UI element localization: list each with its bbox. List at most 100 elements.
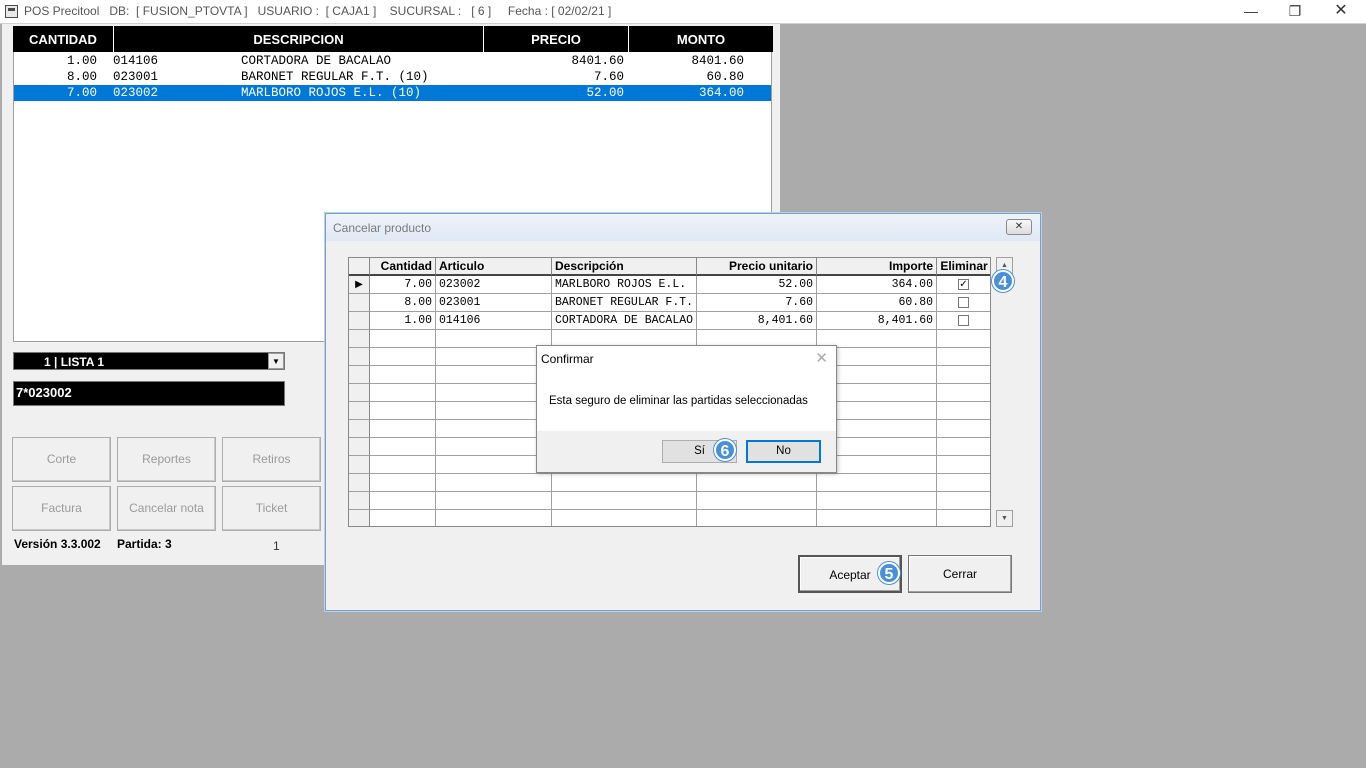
empty-cell[interactable] [937,420,990,438]
empty-cell[interactable] [370,420,436,438]
empty-cell[interactable] [436,438,552,456]
cell-precio: 8401.60 [571,54,624,68]
empty-cell[interactable] [937,438,990,456]
row-header[interactable] [349,330,370,348]
empty-cell[interactable] [937,402,990,420]
cell-importe[interactable]: 60.80 [817,294,937,312]
cell-articulo[interactable]: 023002 [436,276,552,294]
close-icon[interactable]: ✕ [1006,219,1032,235]
eliminar-checkbox[interactable] [958,315,969,326]
row-header[interactable] [349,474,370,492]
empty-cell[interactable] [937,456,990,474]
chevron-down-icon[interactable]: ▼ [268,353,284,369]
row-header[interactable] [349,420,370,438]
row-header[interactable] [349,312,370,330]
row-header[interactable] [349,456,370,474]
factura-button[interactable]: Factura [12,486,111,531]
empty-cell[interactable] [370,384,436,402]
row-header[interactable] [349,348,370,366]
eliminar-checkbox[interactable] [958,297,969,308]
empty-cell[interactable] [370,402,436,420]
reportes-button[interactable]: Reportes [117,437,216,482]
restore-icon[interactable]: ❐ [1272,0,1318,24]
table-row[interactable]: 8.00 023001 BARONET REGULAR F.T. (10) 7.… [14,69,771,85]
empty-cell[interactable] [697,492,817,510]
empty-cell[interactable] [370,492,436,510]
cell-articulo[interactable]: 023001 [436,294,552,312]
row-header[interactable] [349,366,370,384]
cell-descripcion[interactable]: MARLBORO ROJOS E.L. [552,276,697,294]
vertical-scrollbar[interactable]: ▲ ▼ [996,257,1013,527]
empty-cell[interactable] [937,384,990,402]
no-button[interactable]: No [746,440,821,463]
empty-cell[interactable] [697,510,817,526]
close-icon[interactable]: ✕ [815,349,828,367]
empty-cell[interactable] [937,366,990,384]
empty-cell[interactable] [370,456,436,474]
current-row-arrow-icon: ▶ [349,276,370,294]
empty-cell[interactable] [436,402,552,420]
empty-cell[interactable] [370,366,436,384]
cell-descripcion[interactable]: CORTADORA DE BACALAO [552,312,697,330]
row-header[interactable] [349,294,370,312]
empty-cell[interactable] [436,420,552,438]
row-header[interactable] [349,402,370,420]
cancelar-nota-button[interactable]: Cancelar nota [117,486,216,531]
empty-cell[interactable] [436,348,552,366]
row-header[interactable] [349,492,370,510]
corte-button[interactable]: Corte [12,437,111,482]
col-cantidad: Cantidad [370,258,436,276]
cell-cantidad[interactable]: 8.00 [370,294,436,312]
cell-articulo: 023001 [113,70,159,84]
row-header[interactable] [349,510,370,526]
empty-cell[interactable] [817,492,937,510]
empty-cell[interactable] [937,474,990,492]
empty-cell[interactable] [817,510,937,526]
empty-cell[interactable] [436,330,552,348]
empty-cell[interactable] [436,456,552,474]
cell-precio[interactable]: 7.60 [697,294,817,312]
table-row[interactable]: 1.00 014106 CORTADORA DE BACALAO 8401.60… [14,53,771,69]
empty-cell[interactable] [552,510,697,526]
cell-descripcion[interactable]: BARONET REGULAR F.T. [552,294,697,312]
row-header[interactable] [349,384,370,402]
cell-precio[interactable]: 8,401.60 [697,312,817,330]
table-row-selected[interactable]: 7.00 023002 MARLBORO ROJOS E.L. (10) 52.… [14,85,771,101]
empty-cell[interactable] [370,348,436,366]
cell-cantidad[interactable]: 1.00 [370,312,436,330]
empty-cell[interactable] [370,474,436,492]
retiros-button[interactable]: Retiros [222,437,321,482]
empty-cell[interactable] [817,474,937,492]
empty-cell[interactable] [436,474,552,492]
empty-cell[interactable] [436,366,552,384]
title-bar: POS Precitool DB: [ FUSION_PTOVTA ] USUA… [0,0,1366,24]
empty-cell[interactable] [937,348,990,366]
empty-cell[interactable] [937,510,990,526]
empty-cell[interactable] [552,492,697,510]
price-list-dropdown[interactable]: 1 | LISTA 1 ▼ [13,352,285,370]
empty-cell[interactable] [697,474,817,492]
ticket-button[interactable]: Ticket [222,486,321,531]
cell-articulo[interactable]: 014106 [436,312,552,330]
minimize-icon[interactable]: — [1228,0,1274,24]
product-code-input[interactable]: 7*023002 [13,381,285,406]
confirm-title: Confirmar [541,352,594,366]
empty-cell[interactable] [370,510,436,526]
close-icon[interactable]: ✕ [1318,0,1364,24]
empty-cell[interactable] [436,384,552,402]
cell-importe[interactable]: 364.00 [817,276,937,294]
cell-cantidad[interactable]: 7.00 [370,276,436,294]
empty-cell[interactable] [370,330,436,348]
empty-cell[interactable] [937,492,990,510]
row-header[interactable] [349,438,370,456]
empty-cell[interactable] [552,474,697,492]
empty-cell[interactable] [436,510,552,526]
empty-cell[interactable] [436,492,552,510]
eliminar-checkbox-checked[interactable]: ✓ [958,279,969,290]
cell-precio[interactable]: 52.00 [697,276,817,294]
cerrar-button[interactable]: Cerrar [908,555,1012,593]
cell-importe[interactable]: 8,401.60 [817,312,937,330]
empty-cell[interactable] [937,330,990,348]
scroll-down-icon[interactable]: ▼ [996,510,1013,527]
empty-cell[interactable] [370,438,436,456]
